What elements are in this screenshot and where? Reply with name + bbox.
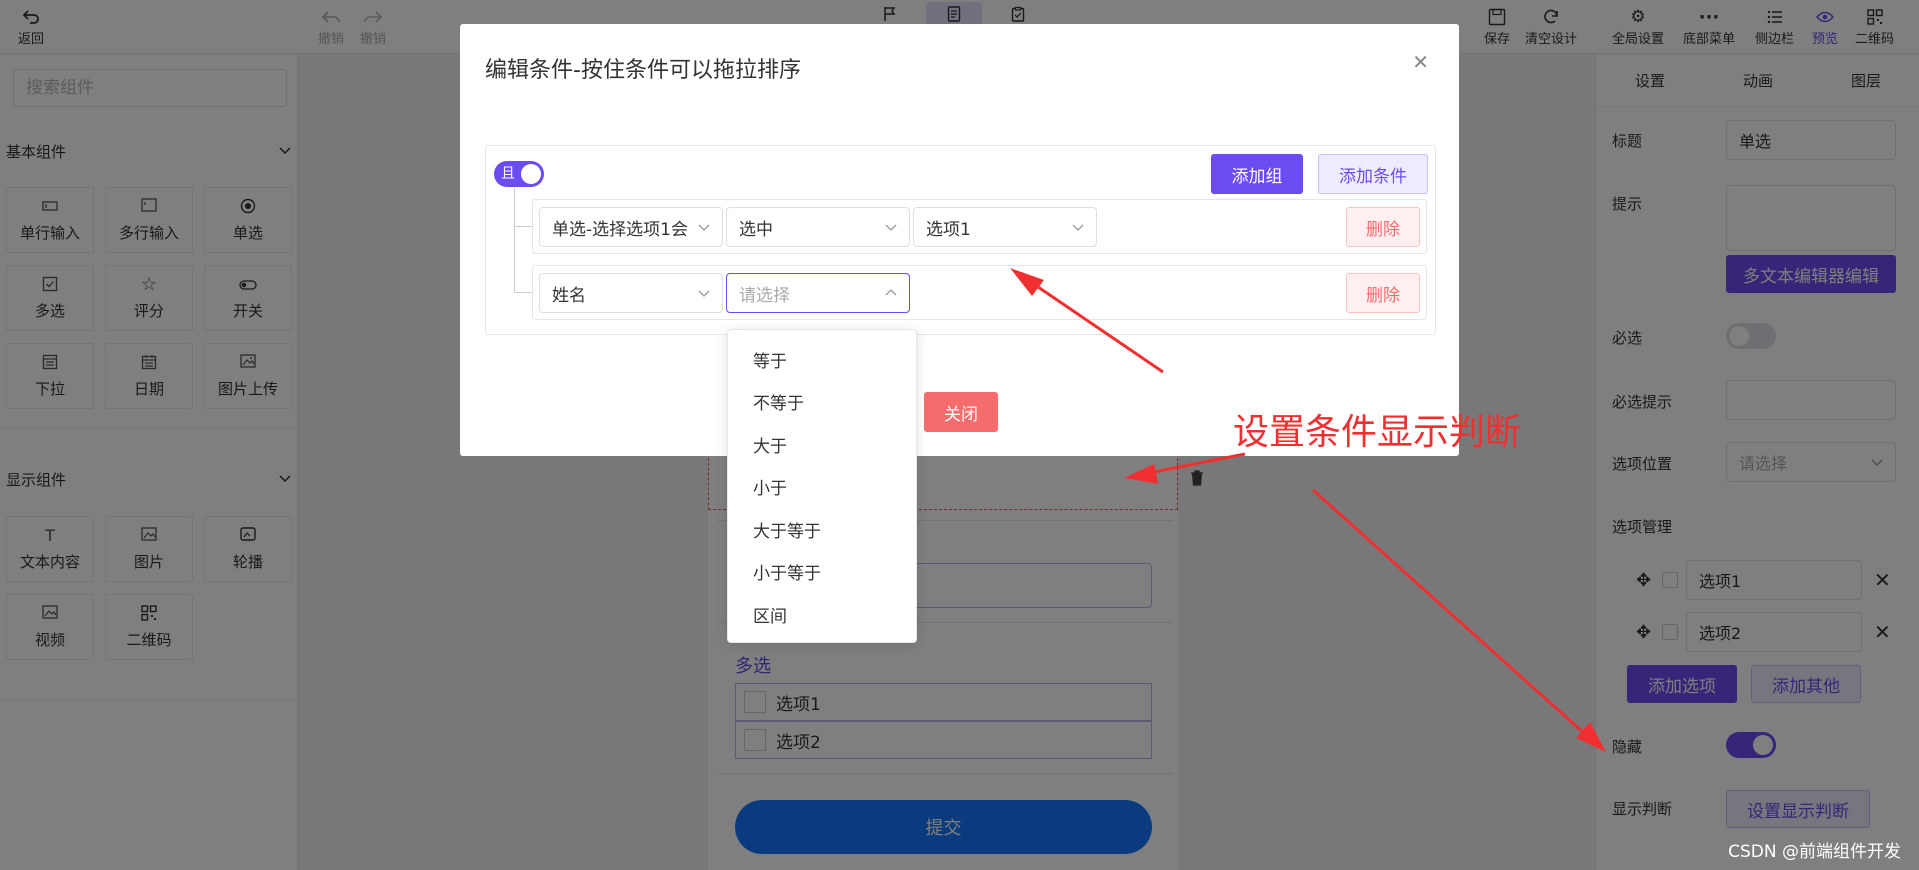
annotation-arrow: [1124, 452, 1246, 484]
watermark: CSDN @前端组件开发: [1728, 842, 1901, 862]
annotation-text: 设置条件显示判断: [1233, 412, 1522, 453]
annotation-arrows: [1010, 268, 1606, 752]
annotation-arrow: [1010, 268, 1164, 374]
annotation-arrow: [1311, 488, 1606, 752]
